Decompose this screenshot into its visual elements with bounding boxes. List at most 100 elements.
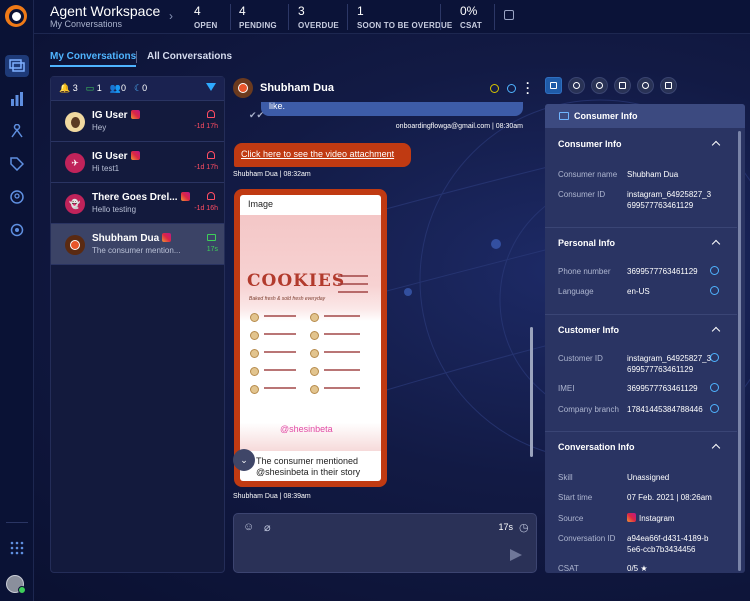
filter-icon[interactable] — [206, 83, 216, 91]
agent-message: like. — [261, 102, 523, 116]
price-line — [338, 275, 368, 277]
contact-name: Shubham Dua — [92, 233, 160, 244]
message-meta: Shubham Dua | 08:32am — [233, 171, 311, 178]
menu-line — [264, 333, 296, 335]
user-nav-icon[interactable] — [5, 186, 29, 208]
chevron-up-icon[interactable] — [711, 239, 721, 249]
alert-count: 3 — [72, 83, 78, 93]
personal-info-section: Personal Info Phone number 36995777634611… — [545, 227, 737, 314]
image-description: The consumer mentioned @shesinbeta in the… — [256, 456, 361, 477]
alert-filter[interactable]: 🔔 3 — [59, 83, 78, 94]
rail-divider — [6, 522, 28, 523]
contacts-tool-icon[interactable] — [568, 77, 585, 94]
info-icon[interactable] — [504, 10, 514, 20]
check-circle-icon[interactable] — [507, 84, 516, 93]
price-line — [338, 283, 368, 285]
message-thread: like. ✔✔ onboardingflowga@gmail.com | 08… — [233, 102, 537, 512]
chevron-up-icon[interactable] — [711, 140, 721, 150]
conversation-item-selected[interactable]: Shubham Dua The consumer mention... 17s — [51, 224, 224, 265]
apps-grid-icon[interactable] — [5, 537, 29, 559]
price-line — [338, 291, 368, 293]
chevron-up-icon[interactable] — [711, 443, 721, 453]
instagram-icon — [130, 151, 140, 160]
message-meta: onboardingflowga@gmail.com | 08:30am — [395, 123, 523, 130]
panel-scrollbar[interactable] — [738, 131, 741, 571]
conversation-info-section: Conversation Info Skill Unassigned Start … — [545, 431, 737, 573]
send-icon[interactable] — [510, 549, 522, 561]
users-count: 0 — [121, 83, 127, 93]
thread-scrollbar[interactable] — [530, 327, 533, 457]
chat-header: Shubham Dua · · · — [233, 76, 537, 100]
conversation-time: -1d 17h — [194, 164, 218, 171]
analytics-nav-icon[interactable] — [5, 88, 29, 110]
conversation-item[interactable]: 👻 There Goes Drel... Hello testing -1d 1… — [51, 183, 224, 224]
emoji-icon[interactable]: ☺ — [243, 521, 255, 533]
verified-icon — [710, 383, 719, 392]
stat-pending[interactable]: 4 PENDING — [239, 4, 277, 30]
tab-my-conversations[interactable]: My Conversations — [50, 51, 137, 67]
chat-icon — [207, 234, 216, 241]
stat-divider — [288, 4, 289, 30]
contact-avatar: ✈ — [65, 153, 85, 173]
menu-line — [324, 351, 360, 353]
conversation-time: -1d 17h — [194, 123, 218, 130]
workspace-subtitle: My Conversations — [50, 19, 123, 29]
stat-overdue[interactable]: 3 OVERDUE — [298, 4, 339, 30]
history-tool-icon[interactable] — [637, 77, 654, 94]
clock-icon[interactable]: ◷ — [519, 521, 531, 534]
tab-all-conversations[interactable]: All Conversations — [147, 51, 232, 62]
tag-nav-icon[interactable] — [5, 153, 29, 175]
instagram-icon — [180, 192, 190, 201]
section-title: Customer Info — [558, 325, 620, 335]
conversations-nav-icon[interactable] — [5, 55, 29, 77]
panel-title: Consumer Info — [574, 111, 638, 121]
moon-icon: ☾ — [134, 83, 143, 93]
consumer-info-tool-icon[interactable] — [545, 77, 562, 94]
conversation-time: -1d 16h — [194, 205, 218, 212]
stat-divider — [347, 4, 348, 30]
menu-line — [324, 315, 360, 317]
compass-tool-icon[interactable] — [591, 77, 608, 94]
settings-nav-icon[interactable] — [5, 219, 29, 241]
clipboard-tool-icon[interactable] — [660, 77, 677, 94]
chevron-up-icon[interactable] — [711, 326, 721, 336]
cookie-graphic — [250, 385, 259, 394]
bell-icon — [207, 192, 215, 200]
chat-pane: Shubham Dua · · · like. ✔✔ onboardingflowg… — [233, 76, 537, 573]
contact-avatar — [65, 112, 85, 132]
workspace-title: Agent Workspace — [50, 3, 161, 19]
gear-icon[interactable] — [490, 84, 499, 93]
message-composer: ☺ ⌀ 17s ◷ — [233, 513, 537, 573]
contact-name: IG User — [92, 110, 128, 121]
message-input[interactable] — [240, 540, 500, 566]
video-attachment-link[interactable]: Click here to see the video attachment — [241, 149, 394, 159]
story-image[interactable]: COOKIES Baked fresh & sold fresh everyda… — [240, 215, 381, 451]
side-panel-toolbar — [545, 77, 677, 94]
routing-nav-icon[interactable] — [5, 120, 29, 142]
contact-avatar — [233, 78, 253, 98]
users-filter[interactable]: 👥0 — [110, 83, 126, 94]
stat-open[interactable]: 4 OPEN — [194, 4, 217, 30]
scroll-down-button[interactable]: ⌄ — [233, 449, 255, 471]
id-card-icon — [559, 112, 569, 120]
message-preview: Hey — [92, 123, 107, 132]
chevron-right-icon[interactable]: › — [169, 9, 173, 23]
chat-filter[interactable]: ▭ 1 — [86, 83, 102, 94]
snooze-filter[interactable]: ☾0 — [134, 83, 147, 94]
stat-soon-overdue[interactable]: 1 SOON TO BE OVERDUE — [357, 4, 452, 30]
stat-csat[interactable]: 0% CSAT — [460, 4, 482, 30]
cookie-graphic — [310, 331, 319, 340]
section-title: Conversation Info — [558, 442, 635, 452]
conversation-item[interactable]: ✈ IG User Hi test1 -1d 17h — [51, 142, 224, 183]
menu-line — [324, 369, 360, 371]
verified-icon — [710, 404, 719, 413]
attachment-icon[interactable]: ⌀ — [264, 521, 276, 534]
instagram-icon — [130, 110, 140, 119]
more-options-icon[interactable]: · · · — [526, 77, 530, 99]
conversation-item[interactable]: IG User Hey -1d 17h — [51, 101, 224, 142]
agent-avatar[interactable] — [6, 575, 26, 594]
instagram-icon — [162, 233, 172, 242]
response-timer: 17s — [498, 522, 513, 532]
edit-tool-icon[interactable] — [614, 77, 631, 94]
tab-divider — [136, 51, 137, 63]
